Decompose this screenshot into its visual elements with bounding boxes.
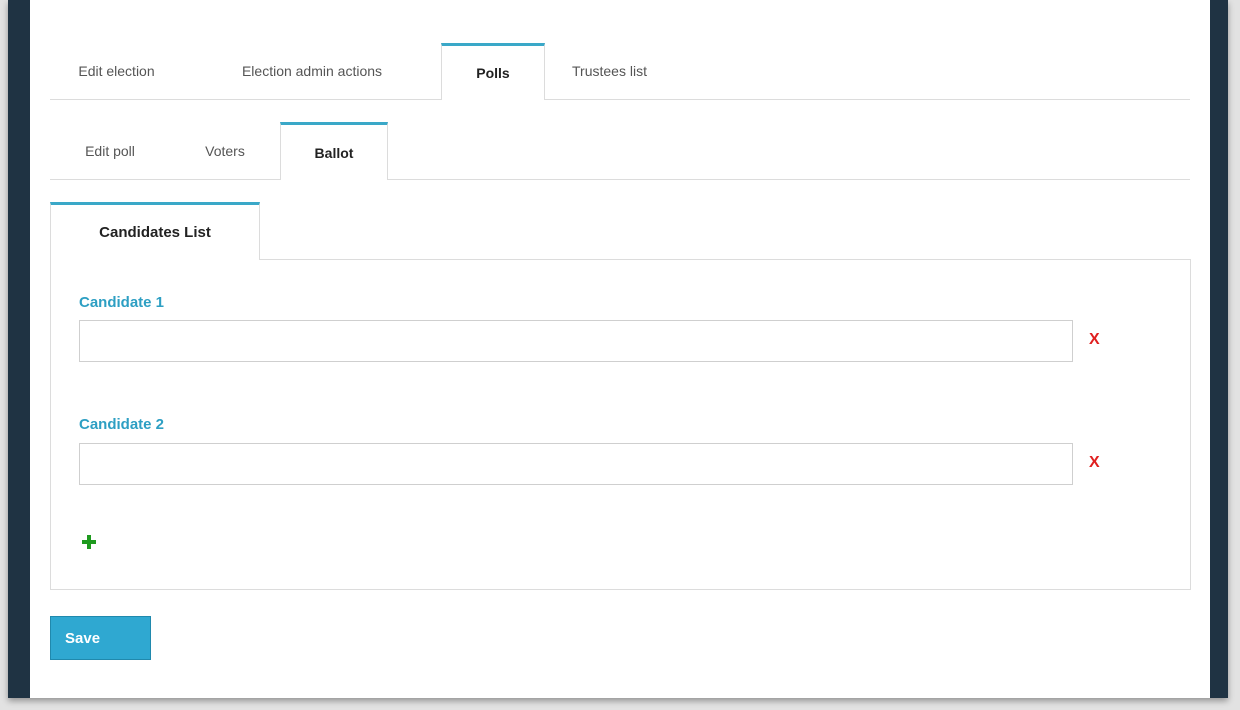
tab-ballot[interactable]: Ballot — [280, 122, 388, 180]
sub-tabs: Edit poll Voters Ballot — [50, 122, 1190, 180]
remove-candidate-1-button[interactable]: X — [1089, 331, 1100, 349]
candidate-1-input[interactable] — [79, 320, 1073, 362]
tab-voters[interactable]: Voters — [170, 122, 280, 179]
candidates-list-tab[interactable]: Candidates List — [50, 202, 260, 260]
candidate-2-label: Candidate 2 — [79, 416, 165, 433]
tab-edit-poll[interactable]: Edit poll — [50, 122, 170, 179]
main-tabs: Edit election Election admin actions Pol… — [50, 43, 1190, 100]
tab-election-admin-actions[interactable]: Election admin actions — [183, 43, 441, 99]
candidates-panel: Candidate 1 X Candidate 2 X — [50, 259, 1191, 590]
page-content: Edit election Election admin actions Pol… — [30, 0, 1210, 698]
remove-candidate-2-button[interactable]: X — [1089, 454, 1100, 472]
candidate-2-input[interactable] — [79, 443, 1073, 485]
candidate-1-label: Candidate 1 — [79, 294, 165, 311]
save-button[interactable]: Save — [50, 616, 151, 660]
tab-trustees-list[interactable]: Trustees list — [545, 43, 674, 99]
tab-polls[interactable]: Polls — [441, 43, 545, 100]
plus-icon[interactable] — [82, 535, 96, 549]
tab-edit-election[interactable]: Edit election — [50, 43, 183, 99]
